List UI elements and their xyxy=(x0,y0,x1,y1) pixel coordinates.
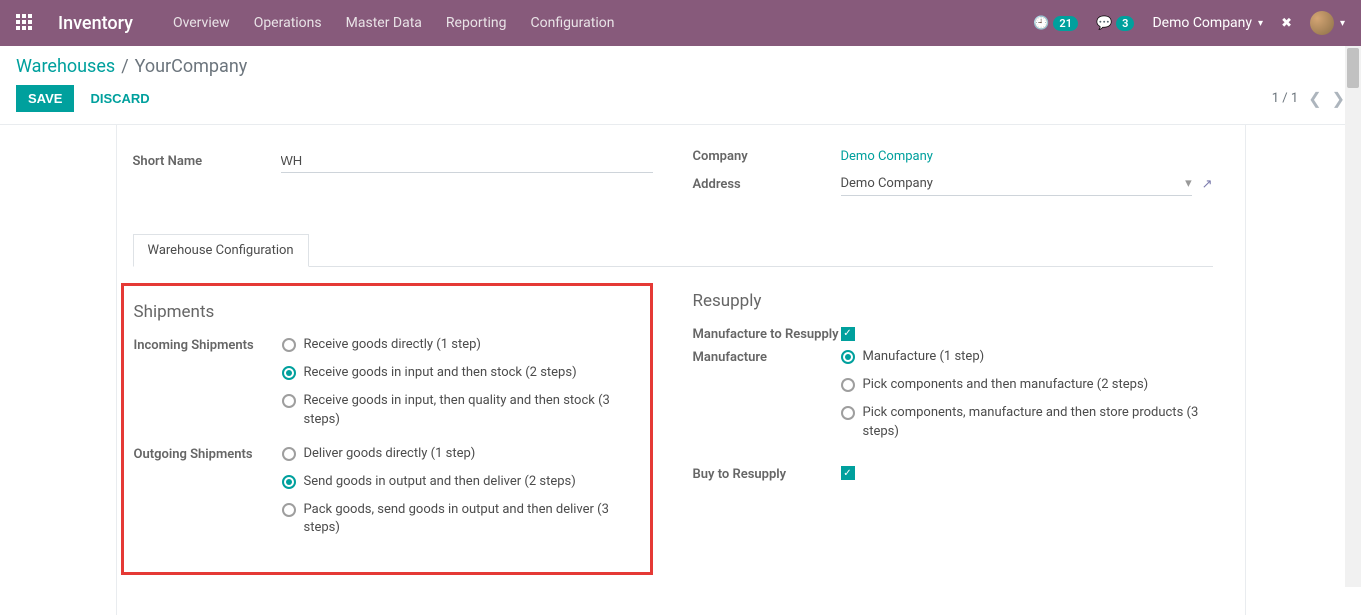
option-label: Send goods in output and then deliver (2… xyxy=(304,473,576,491)
pager-prev[interactable]: ❮ xyxy=(1308,89,1321,108)
address-label: Address xyxy=(693,177,841,192)
incoming-label: Incoming Shipments xyxy=(134,336,282,353)
outgoing-option-1step[interactable]: Deliver goods directly (1 step) xyxy=(282,445,640,463)
manufacture-label: Manufacture xyxy=(693,348,841,365)
outgoing-option-3steps[interactable]: Pack goods, send goods in output and the… xyxy=(282,501,640,537)
radio-icon xyxy=(841,406,855,420)
pager-next[interactable]: ❯ xyxy=(1332,89,1345,108)
buy-to-resupply-checkbox[interactable]: ✓ xyxy=(841,466,855,480)
form-sheet: Short Name Company Demo Company Address … xyxy=(116,125,1246,615)
chevron-down-icon: ▾ xyxy=(1185,176,1192,191)
mfg-to-resupply-label: Manufacture to Resupply xyxy=(693,325,841,342)
incoming-option-2steps[interactable]: Receive goods in input and then stock (2… xyxy=(282,364,640,382)
incoming-option-1step[interactable]: Receive goods directly (1 step) xyxy=(282,336,640,354)
chevron-down-icon[interactable]: ▾ xyxy=(1340,18,1345,29)
scrollbar[interactable] xyxy=(1345,46,1361,587)
manufacture-options: Manufacture (1 step) Pick components and… xyxy=(841,348,1213,451)
radio-icon xyxy=(282,447,296,461)
messages-indicator[interactable]: 💬 3 xyxy=(1096,16,1134,31)
company-value[interactable]: Demo Company xyxy=(841,149,933,164)
nav-link-overview[interactable]: Overview xyxy=(173,15,230,31)
nav-link-operations[interactable]: Operations xyxy=(254,15,322,31)
scrollbar-thumb[interactable] xyxy=(1347,48,1359,88)
action-row: SAVE DISCARD 1 / 1 ❮ ❯ xyxy=(0,81,1361,125)
radio-icon xyxy=(841,378,855,392)
app-brand[interactable]: Inventory xyxy=(58,13,133,34)
outgoing-options: Deliver goods directly (1 step) Send goo… xyxy=(282,445,640,548)
outgoing-label: Outgoing Shipments xyxy=(134,445,282,462)
company-label: Company xyxy=(693,149,841,164)
nav-links: Overview Operations Master Data Reportin… xyxy=(173,15,1033,31)
address-value: Demo Company xyxy=(841,176,933,191)
mfg-to-resupply-checkbox[interactable]: ✓ xyxy=(841,327,855,341)
breadcrumb-parent[interactable]: Warehouses xyxy=(16,56,115,77)
manufacture-option-3steps[interactable]: Pick components, manufacture and then st… xyxy=(841,404,1213,440)
chat-icon: 💬 xyxy=(1096,16,1112,31)
short-name-input[interactable] xyxy=(281,149,653,173)
option-label: Pick components and then manufacture (2 … xyxy=(863,376,1149,394)
company-switcher[interactable]: Demo Company ▾ xyxy=(1152,15,1263,31)
company-name: Demo Company xyxy=(1152,15,1252,31)
radio-icon xyxy=(282,394,296,408)
nav-right: 🕘 21 💬 3 Demo Company ▾ ✖ ▾ xyxy=(1033,11,1345,35)
message-count: 3 xyxy=(1116,16,1134,31)
option-label: Pick components, manufacture and then st… xyxy=(863,404,1213,440)
activity-count: 21 xyxy=(1053,16,1078,31)
pager-text: 1 / 1 xyxy=(1272,91,1298,106)
avatar[interactable] xyxy=(1310,11,1334,35)
option-label: Deliver goods directly (1 step) xyxy=(304,445,476,463)
nav-link-master-data[interactable]: Master Data xyxy=(346,15,422,31)
radio-icon xyxy=(282,475,296,489)
radio-icon xyxy=(282,366,296,380)
radio-icon xyxy=(282,338,296,352)
debug-icon[interactable]: ✖ xyxy=(1281,16,1292,31)
discard-button[interactable]: DISCARD xyxy=(90,91,149,106)
address-select[interactable]: Demo Company ▾ xyxy=(841,172,1192,196)
resupply-title: Resupply xyxy=(693,291,1213,311)
option-label: Receive goods directly (1 step) xyxy=(304,336,481,354)
breadcrumb: Warehouses / YourCompany xyxy=(0,46,1361,81)
outgoing-option-2steps[interactable]: Send goods in output and then deliver (2… xyxy=(282,473,640,491)
incoming-options: Receive goods directly (1 step) Receive … xyxy=(282,336,640,439)
nav-link-configuration[interactable]: Configuration xyxy=(530,15,614,31)
option-label: Manufacture (1 step) xyxy=(863,348,985,366)
pager: 1 / 1 ❮ ❯ xyxy=(1272,89,1345,108)
clock-icon: 🕘 xyxy=(1033,16,1049,31)
manufacture-option-1step[interactable]: Manufacture (1 step) xyxy=(841,348,1213,366)
tab-warehouse-configuration[interactable]: Warehouse Configuration xyxy=(133,234,309,267)
shipments-highlight: Shipments Incoming Shipments Receive goo… xyxy=(121,283,653,575)
apps-icon[interactable] xyxy=(16,14,34,32)
radio-icon xyxy=(841,350,855,364)
short-name-label: Short Name xyxy=(133,154,281,169)
breadcrumb-separator: / xyxy=(121,56,128,77)
nav-link-reporting[interactable]: Reporting xyxy=(446,15,507,31)
option-label: Pack goods, send goods in output and the… xyxy=(304,501,640,537)
chevron-down-icon: ▾ xyxy=(1258,18,1263,29)
external-link-icon[interactable]: ↗ xyxy=(1202,177,1213,192)
tabs: Warehouse Configuration xyxy=(133,234,1213,267)
shipments-title: Shipments xyxy=(134,302,640,322)
radio-icon xyxy=(282,503,296,517)
breadcrumb-current: YourCompany xyxy=(135,56,248,77)
incoming-option-3steps[interactable]: Receive goods in input, then quality and… xyxy=(282,392,640,428)
buy-to-resupply-label: Buy to Resupply xyxy=(693,465,841,482)
option-label: Receive goods in input and then stock (2… xyxy=(304,364,577,382)
manufacture-option-2steps[interactable]: Pick components and then manufacture (2 … xyxy=(841,376,1213,394)
option-label: Receive goods in input, then quality and… xyxy=(304,392,640,428)
save-button[interactable]: SAVE xyxy=(16,85,74,112)
navbar: Inventory Overview Operations Master Dat… xyxy=(0,0,1361,46)
activity-indicator[interactable]: 🕘 21 xyxy=(1033,16,1078,31)
